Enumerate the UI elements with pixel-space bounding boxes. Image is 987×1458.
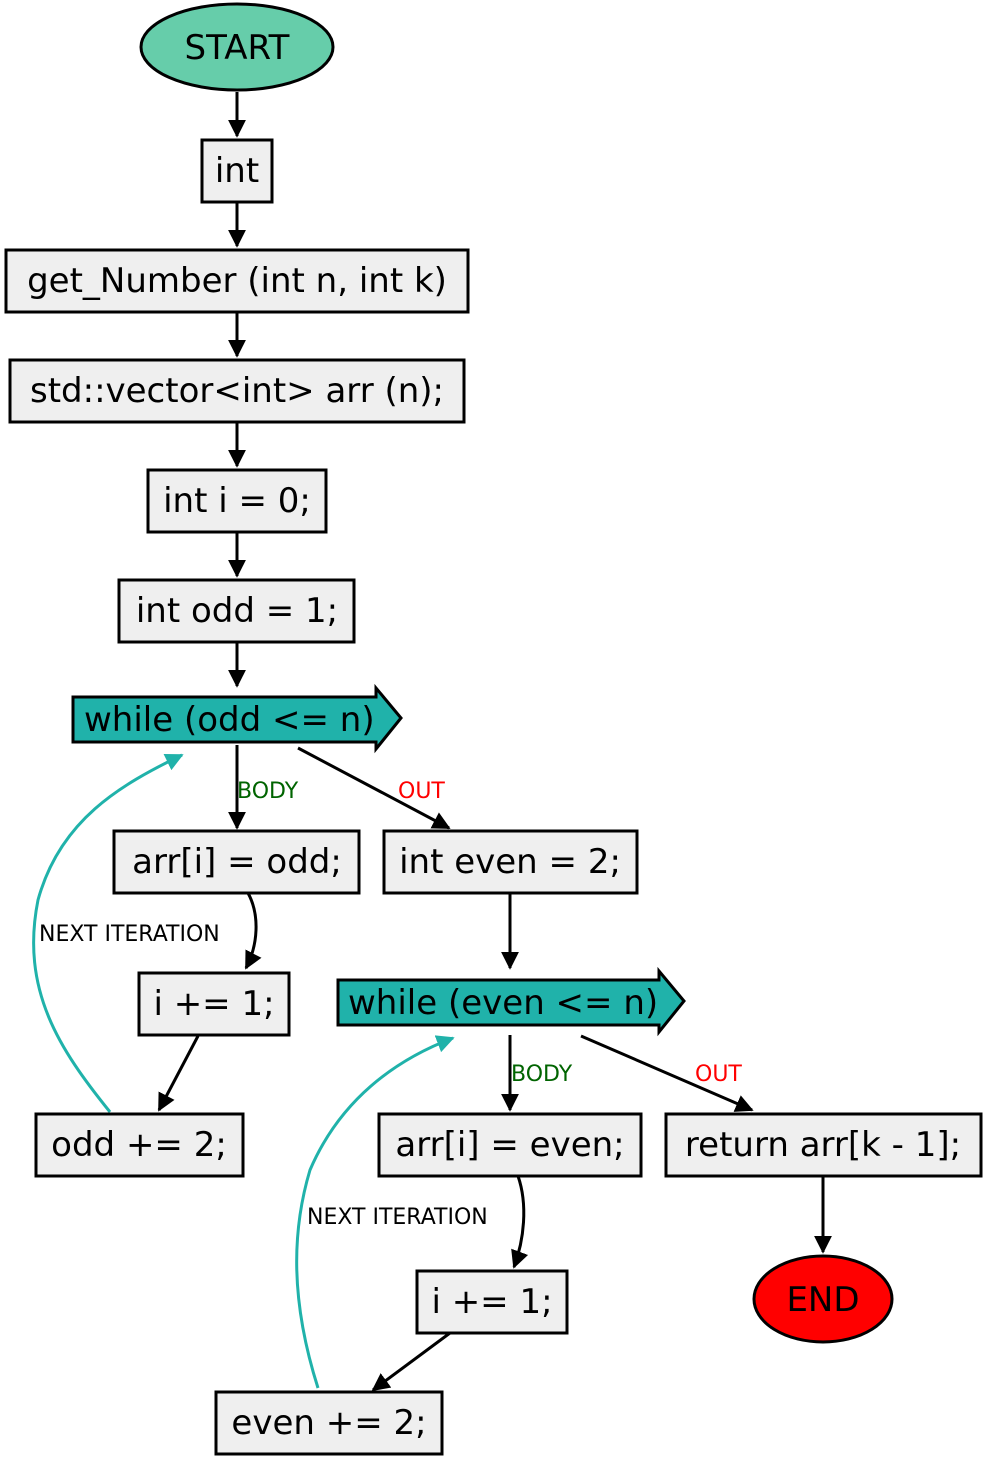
flowchart: BODY OUT NEXT ITERATION BODY OUT NEXT IT… xyxy=(4,2,983,1456)
loop-while-odd-label: while (odd <= n) xyxy=(84,700,375,740)
node-inc-odd: odd += 2; xyxy=(34,1112,245,1178)
node-int: int xyxy=(200,138,274,204)
node-inc-even: even += 2; xyxy=(214,1390,444,1456)
node-assign-odd-label: arr[i] = odd; xyxy=(132,842,342,882)
node-int-label: int xyxy=(215,151,259,191)
node-assign-odd: arr[i] = odd; xyxy=(112,829,361,895)
out-label-odd: OUT xyxy=(398,779,445,804)
node-init-i: int i = 0; xyxy=(146,468,328,534)
node-inc-i-2-label: i += 1; xyxy=(431,1282,552,1322)
start-label: START xyxy=(185,28,290,68)
edge-inc-i-inc-odd xyxy=(157,1035,200,1112)
node-init-even: int even = 2; xyxy=(382,829,639,895)
node-inc-i-1-label: i += 1; xyxy=(153,984,274,1024)
body-label-odd: BODY xyxy=(237,779,299,804)
node-inc-i-2: i += 1; xyxy=(415,1269,569,1335)
loop-while-odd: while (odd <= n) xyxy=(71,683,403,754)
end-node: END xyxy=(752,1254,894,1344)
edge-inc-i-inc-even xyxy=(371,1331,451,1392)
start-node: START xyxy=(139,2,335,92)
node-assign-even-label: arr[i] = even; xyxy=(395,1125,624,1165)
node-assign-even: arr[i] = even; xyxy=(377,1112,643,1178)
body-label-even: BODY xyxy=(511,1062,573,1087)
end-label: END xyxy=(786,1280,859,1320)
next-iteration-label-odd: NEXT ITERATION xyxy=(39,922,220,947)
loop-while-even: while (even <= n) xyxy=(336,966,686,1037)
node-init-i-label: int i = 0; xyxy=(163,481,311,521)
node-return-label: return arr[k - 1]; xyxy=(685,1125,961,1165)
node-inc-odd-label: odd += 2; xyxy=(51,1125,227,1165)
node-init-even-label: int even = 2; xyxy=(399,842,621,882)
node-signature-label: get_Number (int n, int k) xyxy=(27,261,447,301)
node-init-odd-label: int odd = 1; xyxy=(136,591,338,631)
next-iteration-label-even: NEXT ITERATION xyxy=(307,1205,488,1230)
edge-assign-odd-inc-i xyxy=(244,892,262,970)
node-init-odd: int odd = 1; xyxy=(117,578,356,644)
out-label-even: OUT xyxy=(695,1062,742,1087)
node-vector-label: std::vector<int> arr (n); xyxy=(30,371,444,411)
edge-assign-even-inc-i xyxy=(511,1175,529,1269)
node-inc-even-label: even += 2; xyxy=(231,1403,426,1443)
node-vector: std::vector<int> arr (n); xyxy=(8,358,466,424)
loop-while-even-label: while (even <= n) xyxy=(348,983,658,1023)
node-inc-i-1: i += 1; xyxy=(137,971,291,1037)
node-return: return arr[k - 1]; xyxy=(664,1112,983,1178)
node-signature: get_Number (int n, int k) xyxy=(4,248,470,314)
